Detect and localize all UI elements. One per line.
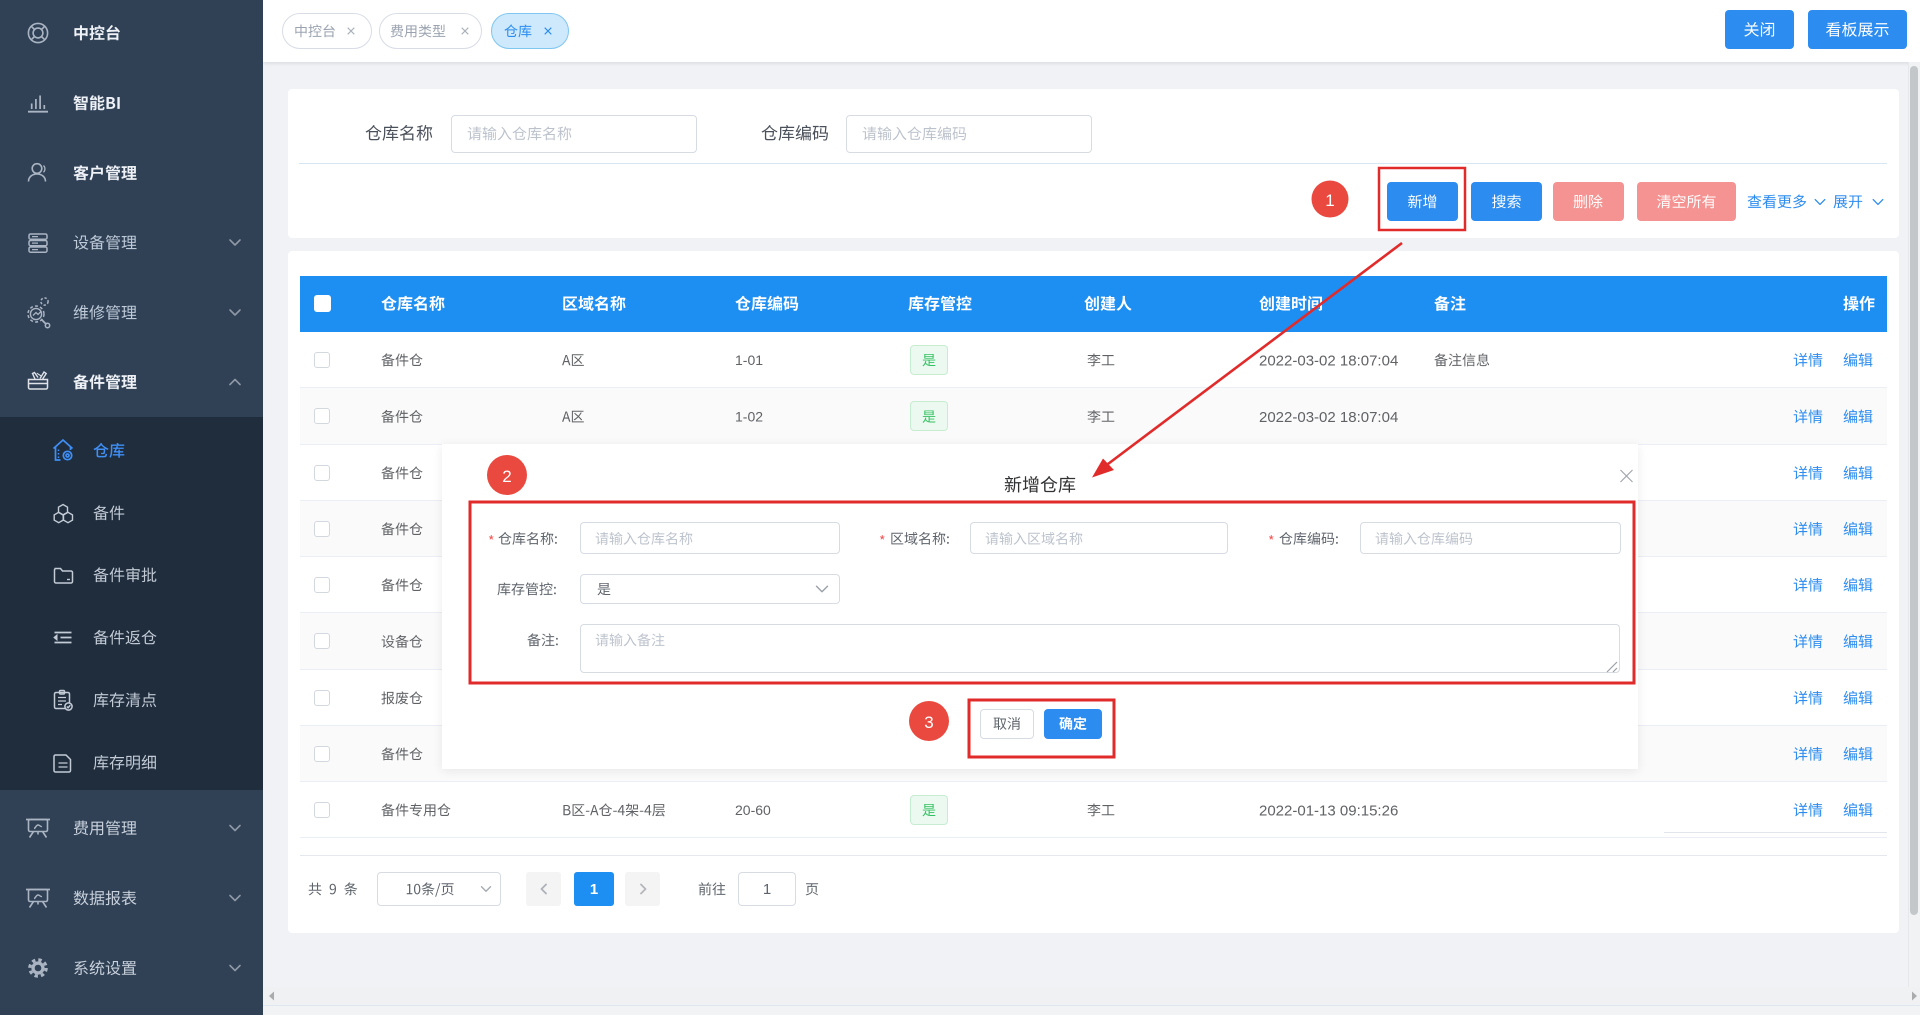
svg-text:1-01: 1-01 — [735, 352, 763, 368]
svg-text:1: 1 — [1325, 191, 1334, 210]
svg-text:2022-03-02 18:07:04: 2022-03-02 18:07:04 — [1259, 409, 1398, 426]
svg-text:1: 1 — [763, 881, 771, 898]
svg-text:3: 3 — [924, 713, 933, 732]
svg-text:1-02: 1-02 — [735, 408, 763, 424]
svg-text:20-60: 20-60 — [735, 802, 771, 818]
svg-text:2: 2 — [502, 467, 511, 486]
svg-text:2022-01-13 09:15:26: 2022-01-13 09:15:26 — [1259, 802, 1398, 819]
svg-text:1: 1 — [590, 881, 598, 898]
svg-text:2022-03-02 18:07:04: 2022-03-02 18:07:04 — [1259, 352, 1398, 369]
